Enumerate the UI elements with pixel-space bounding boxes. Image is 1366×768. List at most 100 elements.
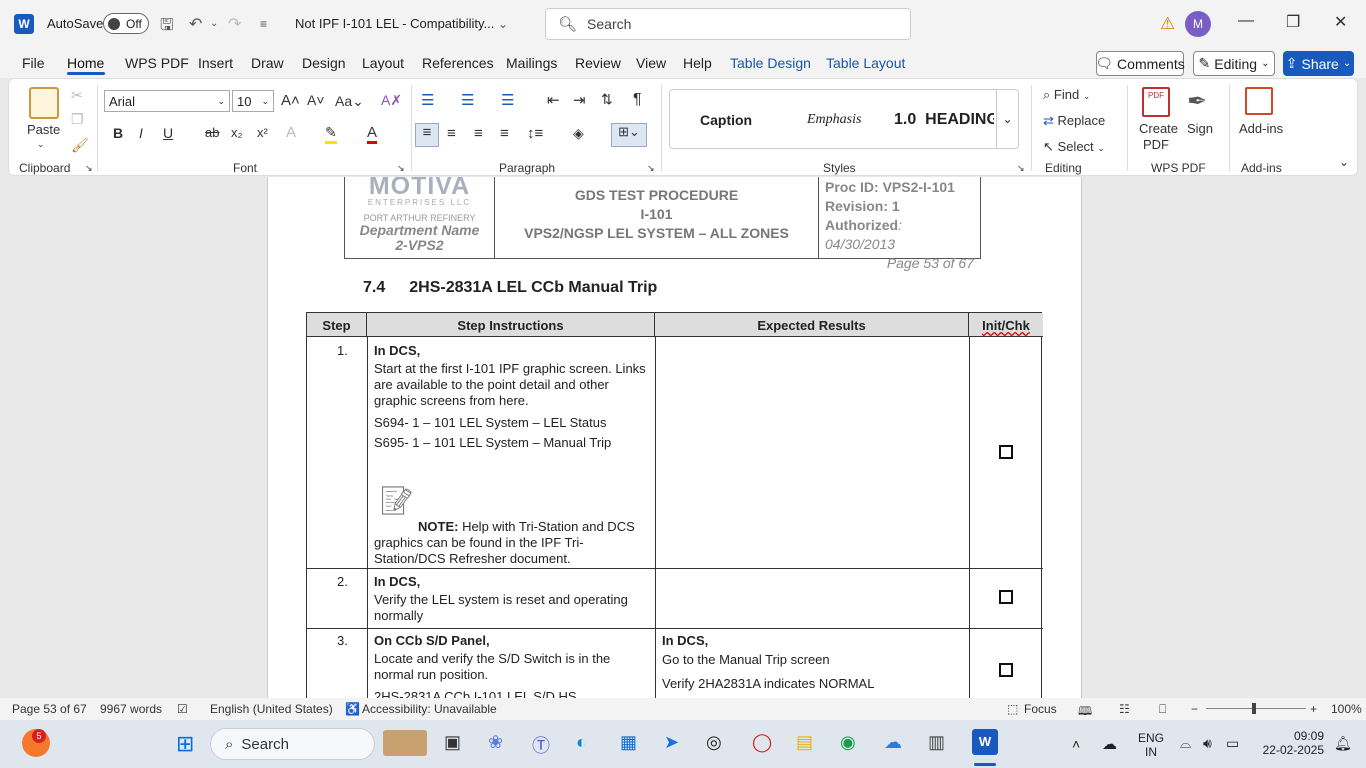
close-icon[interactable]: ✕ xyxy=(1334,12,1347,32)
focus-button[interactable]: Focus xyxy=(1024,702,1057,716)
opera-icon[interactable]: ◯ xyxy=(752,732,772,753)
step-1-checkbox[interactable] xyxy=(999,445,1013,459)
document-title[interactable]: Not IPF I-101 LEL - Compatibility... xyxy=(295,16,494,31)
bold-icon[interactable]: B xyxy=(113,125,123,141)
undo-icon[interactable]: ↶ xyxy=(189,14,202,34)
clock[interactable]: 09:09 22-02-2025 xyxy=(1262,729,1324,757)
taskbar-search[interactable]: ⌕ Search xyxy=(210,728,375,760)
zoom-level[interactable]: 100% xyxy=(1331,702,1362,716)
style-emphasis[interactable]: Emphasis xyxy=(807,112,861,128)
text-effects-icon[interactable]: A xyxy=(286,124,296,141)
tab-review[interactable]: Review xyxy=(575,55,621,71)
tab-references[interactable]: References xyxy=(422,55,494,71)
style-heading[interactable]: 1.0 HEADING xyxy=(894,111,994,129)
font-name-input[interactable]: Arial ⌄ xyxy=(104,90,230,112)
zoom-slider[interactable] xyxy=(1206,708,1306,709)
step-1-instructions[interactable]: In DCS, Start at the first I-101 IPF gra… xyxy=(374,343,649,451)
volume-icon[interactable]: 🔊︎ xyxy=(1203,735,1212,752)
font-launcher-icon[interactable]: ↘ xyxy=(397,163,405,174)
accessibility-status[interactable]: Accessibility: Unavailable xyxy=(362,702,497,716)
chrome-icon[interactable]: ◉ xyxy=(840,732,856,753)
avatar[interactable]: M xyxy=(1185,11,1211,37)
select-button[interactable]: ↖ Select ⌄ xyxy=(1043,139,1105,155)
tray-chevron-icon[interactable]: ˄ xyxy=(1072,736,1080,752)
zoom-in-icon[interactable]: + xyxy=(1310,702,1317,716)
step-2-checkbox[interactable] xyxy=(999,590,1013,604)
align-left-icon[interactable]: ≡ xyxy=(415,123,439,147)
notifications-icon[interactable]: 🔔︎ xyxy=(1334,735,1352,752)
shading-icon[interactable]: ◈ xyxy=(573,125,584,142)
italic-icon[interactable]: I xyxy=(139,125,143,141)
tab-table-layout[interactable]: Table Layout xyxy=(826,55,905,71)
step-3-instructions[interactable]: On CCb S/D Panel, Locate and verify the … xyxy=(374,633,649,698)
tab-mailings[interactable]: Mailings xyxy=(506,55,557,71)
copy-icon[interactable]: ❐ xyxy=(71,111,84,128)
zoom-slider-thumb[interactable] xyxy=(1252,703,1256,714)
zoom-out-icon[interactable]: − xyxy=(1191,702,1198,716)
increase-indent-icon[interactable]: ⇥ xyxy=(573,91,586,109)
copilot-icon[interactable]: ❀ xyxy=(488,732,503,753)
customize-toolbar-icon[interactable]: ≡ xyxy=(260,17,267,31)
multilevel-list-icon[interactable]: ☰ xyxy=(501,91,514,109)
word-count[interactable]: 9967 words xyxy=(100,702,162,716)
underline-icon[interactable]: U xyxy=(163,125,173,141)
title-chevron-down-icon[interactable]: ⌄ xyxy=(498,17,508,31)
redo-icon[interactable]: ↷ xyxy=(228,14,241,34)
comments-button[interactable]: 🗨︎ Comments xyxy=(1095,51,1185,76)
tab-help[interactable]: Help xyxy=(683,55,712,71)
save-icon[interactable]: 🖫 xyxy=(160,14,174,41)
paste-dropdown-icon[interactable]: ⌄ xyxy=(37,139,45,150)
autosave-toggle[interactable]: Off xyxy=(103,13,149,34)
replace-button[interactable]: ⇄ Replace xyxy=(1043,113,1105,129)
edge-icon[interactable]: ◐ xyxy=(576,732,587,753)
wifi-icon[interactable]: ⌓ xyxy=(1180,735,1191,752)
editing-mode-button[interactable]: ✎ Editing ⌄ xyxy=(1193,51,1275,76)
align-right-icon[interactable]: ≡ xyxy=(474,125,483,142)
change-case-icon[interactable]: Aa⌄ xyxy=(335,93,364,110)
tab-insert[interactable]: Insert xyxy=(198,55,233,71)
strikethrough-icon[interactable]: ab xyxy=(205,125,219,140)
start-icon[interactable]: ⊞ xyxy=(176,731,194,757)
maximize-icon[interactable]: ❐ xyxy=(1286,12,1300,32)
language-indicator[interactable]: ENG IN xyxy=(1138,731,1164,759)
tab-design[interactable]: Design xyxy=(302,55,346,71)
style-caption[interactable]: Caption xyxy=(700,112,752,128)
format-painter-icon[interactable]: 🖌︎ xyxy=(71,137,89,154)
step-1-note[interactable]: NOTE: Help with Tri-Station and DCS grap… xyxy=(374,519,649,567)
paste-button[interactable]: Paste xyxy=(27,122,60,137)
add-ins-button[interactable]: Add-ins xyxy=(1239,121,1283,136)
paragraph-launcher-icon[interactable]: ↘ xyxy=(647,163,655,174)
font-color-icon[interactable]: A xyxy=(367,124,378,144)
search-highlight-icon[interactable] xyxy=(383,730,427,756)
tab-view[interactable]: View xyxy=(636,55,666,71)
shrink-font-icon[interactable]: A˅ xyxy=(307,92,325,108)
dell-icon[interactable]: ◎ xyxy=(706,732,722,753)
tab-table-design[interactable]: Table Design xyxy=(730,55,811,71)
share-button[interactable]: ⇪ Share ⌄ xyxy=(1283,51,1354,76)
print-layout-icon[interactable]: ☷ xyxy=(1119,702,1130,716)
subscript-icon[interactable]: x₂ xyxy=(231,125,243,140)
warning-icon[interactable]: ⚠ xyxy=(1160,14,1175,34)
teams-icon[interactable]: Ⓣ xyxy=(532,732,550,758)
word-taskbar-icon[interactable]: W xyxy=(972,729,998,755)
create-pdf-button[interactable]: Create xyxy=(1139,121,1178,136)
clipboard-launcher-icon[interactable]: ↘ xyxy=(85,163,93,174)
decrease-indent-icon[interactable]: ⇤ xyxy=(547,91,560,109)
proofing-icon[interactable]: ☑ xyxy=(177,702,188,716)
superscript-icon[interactable]: x² xyxy=(257,125,268,140)
search-box[interactable]: 🔍︎ Search xyxy=(545,8,911,40)
clear-formatting-icon[interactable]: A✗ xyxy=(381,92,402,109)
align-center-icon[interactable]: ≡ xyxy=(447,125,456,142)
tab-layout[interactable]: Layout xyxy=(362,55,404,71)
document-page[interactable]: MOTIVA ENTERPRISES LLC PORT ARTHUR REFIN… xyxy=(267,177,1082,698)
show-formatting-icon[interactable]: ¶ xyxy=(633,91,642,109)
sign-button[interactable]: Sign xyxy=(1187,121,1213,136)
font-size-input[interactable]: 10 ⌄ xyxy=(232,90,274,112)
task-view-icon[interactable]: ▣ xyxy=(444,732,461,753)
language-status[interactable]: English (United States) xyxy=(210,702,333,716)
styles-launcher-icon[interactable]: ↘ xyxy=(1017,163,1025,174)
styles-more-icon[interactable]: ⌄ xyxy=(996,90,1018,148)
step-2-instructions[interactable]: In DCS, Verify the LEL system is reset a… xyxy=(374,574,649,624)
line-spacing-icon[interactable]: ↕≡ xyxy=(527,125,543,142)
document-area[interactable]: MOTIVA ENTERPRISES LLC PORT ARTHUR REFIN… xyxy=(0,177,1366,698)
